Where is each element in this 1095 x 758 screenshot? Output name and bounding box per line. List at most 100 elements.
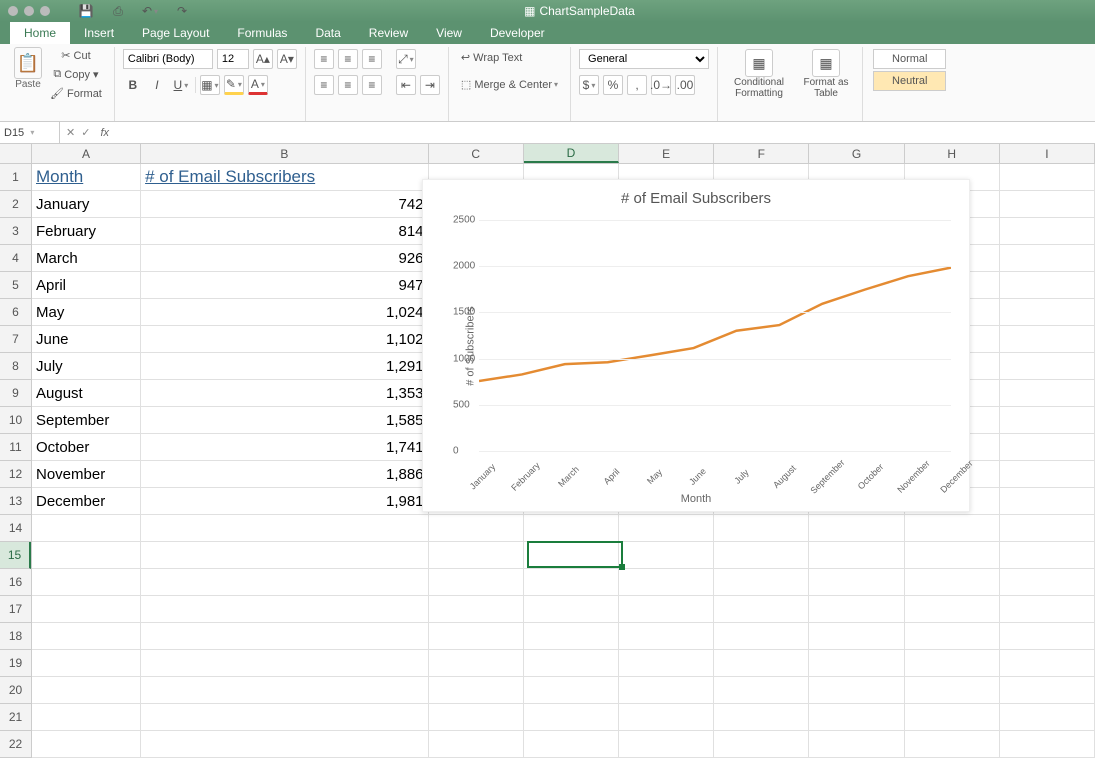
row-header-4[interactable]: 4 — [0, 245, 31, 272]
row-header-14[interactable]: 14 — [0, 515, 31, 542]
row-header-2[interactable]: 2 — [0, 191, 31, 218]
decrease-indent-icon[interactable]: ⇤ — [396, 75, 416, 95]
undo-icon[interactable]: ↶ — [140, 1, 160, 21]
column-header-C[interactable]: C — [429, 144, 524, 163]
ribbon-tab-developer[interactable]: Developer — [476, 22, 559, 44]
cell-B16[interactable] — [141, 569, 428, 596]
cell-D18[interactable] — [524, 623, 619, 650]
font-color-button[interactable]: A — [248, 75, 268, 95]
cell-F17[interactable] — [714, 596, 809, 623]
cell-G17[interactable] — [809, 596, 904, 623]
cell-A3[interactable]: February — [32, 218, 141, 245]
zoom-window-icon[interactable] — [40, 6, 50, 16]
cell-F22[interactable] — [714, 731, 809, 758]
ribbon-tab-insert[interactable]: Insert — [70, 22, 128, 44]
wrap-text-button[interactable]: ↩︎ Wrap Text — [457, 49, 526, 66]
cell-A18[interactable] — [32, 623, 141, 650]
cell-F15[interactable] — [714, 542, 809, 569]
bold-button[interactable]: B — [123, 75, 143, 95]
cell-A5[interactable]: April — [32, 272, 141, 299]
cell-D22[interactable] — [524, 731, 619, 758]
align-center-icon[interactable]: ≡ — [338, 75, 358, 95]
format-painter-button[interactable]: 🖌 Format — [46, 85, 106, 102]
cell-A9[interactable]: August — [32, 380, 141, 407]
font-name-select[interactable] — [123, 49, 213, 69]
increase-font-icon[interactable]: A▴ — [253, 49, 273, 69]
cell-F18[interactable] — [714, 623, 809, 650]
row-header-15[interactable]: 15 — [0, 542, 31, 569]
merge-center-button[interactable]: ⬚ Merge & Center — [457, 76, 562, 93]
formula-input[interactable] — [113, 122, 1095, 143]
cell-G18[interactable] — [809, 623, 904, 650]
row-header-12[interactable]: 12 — [0, 461, 31, 488]
close-window-icon[interactable] — [8, 6, 18, 16]
cell-A2[interactable]: January — [32, 191, 141, 218]
cell-A19[interactable] — [32, 650, 141, 677]
align-bottom-icon[interactable]: ≡ — [362, 49, 382, 69]
row-header-8[interactable]: 8 — [0, 353, 31, 380]
increase-indent-icon[interactable]: ⇥ — [420, 75, 440, 95]
cell-G20[interactable] — [809, 677, 904, 704]
cell-B6[interactable]: 1,024 — [141, 299, 428, 326]
cell-G16[interactable] — [809, 569, 904, 596]
cell-A12[interactable]: November — [32, 461, 141, 488]
cell-A17[interactable] — [32, 596, 141, 623]
cell-B18[interactable] — [141, 623, 428, 650]
row-header-20[interactable]: 20 — [0, 677, 31, 704]
name-box[interactable]: D15 ▾ — [0, 122, 60, 143]
ribbon-tab-home[interactable]: Home — [10, 22, 70, 44]
row-header-19[interactable]: 19 — [0, 650, 31, 677]
cell-B10[interactable]: 1,585 — [141, 407, 428, 434]
cell-C18[interactable] — [429, 623, 524, 650]
fx-label[interactable]: fx — [96, 127, 113, 139]
cell-D14[interactable] — [524, 515, 619, 542]
cell-I20[interactable] — [1000, 677, 1095, 704]
paste-button[interactable]: 📋 — [14, 47, 42, 79]
align-middle-icon[interactable]: ≡ — [338, 49, 358, 69]
cell-H15[interactable] — [905, 542, 1000, 569]
spreadsheet-grid[interactable]: ABCDEFGHI 123456789101112131415161718192… — [0, 144, 1095, 758]
cell-I1[interactable] — [1000, 164, 1095, 191]
cell-H17[interactable] — [905, 596, 1000, 623]
cell-style-normal[interactable]: Normal — [873, 49, 946, 69]
cell-B21[interactable] — [141, 704, 428, 731]
cell-C22[interactable] — [429, 731, 524, 758]
cell-B4[interactable]: 926 — [141, 245, 428, 272]
column-header-H[interactable]: H — [905, 144, 1000, 163]
conditional-formatting-button[interactable]: ▦ Conditional Formatting — [726, 47, 792, 119]
cell-H22[interactable] — [905, 731, 1000, 758]
cell-I5[interactable] — [1000, 272, 1095, 299]
cell-I4[interactable] — [1000, 245, 1095, 272]
cell-I9[interactable] — [1000, 380, 1095, 407]
cell-B7[interactable]: 1,102 — [141, 326, 428, 353]
cell-style-neutral[interactable]: Neutral — [873, 71, 946, 91]
cell-D20[interactable] — [524, 677, 619, 704]
cell-H19[interactable] — [905, 650, 1000, 677]
cell-A7[interactable]: June — [32, 326, 141, 353]
cell-A22[interactable] — [32, 731, 141, 758]
cell-A11[interactable]: October — [32, 434, 141, 461]
column-header-B[interactable]: B — [141, 144, 429, 163]
cell-B2[interactable]: 742 — [141, 191, 428, 218]
column-header-F[interactable]: F — [714, 144, 809, 163]
cell-I6[interactable] — [1000, 299, 1095, 326]
cell-I13[interactable] — [1000, 488, 1095, 515]
cell-I21[interactable] — [1000, 704, 1095, 731]
cell-B3[interactable]: 814 — [141, 218, 428, 245]
cell-E14[interactable] — [619, 515, 714, 542]
cell-H16[interactable] — [905, 569, 1000, 596]
cell-A16[interactable] — [32, 569, 141, 596]
row-header-5[interactable]: 5 — [0, 272, 31, 299]
cell-B22[interactable] — [141, 731, 428, 758]
ribbon-tab-data[interactable]: Data — [301, 22, 354, 44]
cell-E20[interactable] — [619, 677, 714, 704]
cell-B19[interactable] — [141, 650, 428, 677]
cell-A13[interactable]: December — [32, 488, 141, 515]
cell-B13[interactable]: 1,981 — [141, 488, 428, 515]
column-header-E[interactable]: E — [619, 144, 714, 163]
cell-G14[interactable] — [809, 515, 904, 542]
cell-A20[interactable] — [32, 677, 141, 704]
cell-D21[interactable] — [524, 704, 619, 731]
cell-C19[interactable] — [429, 650, 524, 677]
cell-H21[interactable] — [905, 704, 1000, 731]
